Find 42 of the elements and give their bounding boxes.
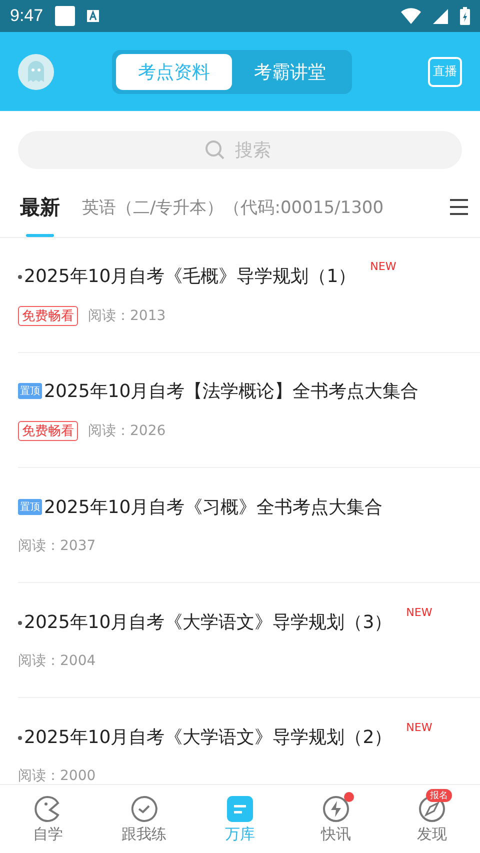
header-tab[interactable]: 考霸讲堂	[232, 54, 348, 90]
nav-tab[interactable]: 万库	[192, 785, 288, 853]
category-tab[interactable]: 英语（二/专升本）（代码:00015/1300	[82, 177, 384, 237]
pacman-icon	[34, 794, 62, 822]
read-count: 阅读：2037	[18, 537, 96, 555]
bullet-icon	[18, 736, 22, 740]
check-icon	[130, 794, 158, 822]
bullet-icon	[18, 621, 22, 625]
read-count: 阅读：2013	[88, 307, 166, 325]
nav-tab[interactable]: 报名 发现	[384, 785, 480, 853]
wifi-icon	[401, 8, 421, 24]
bullet-icon	[18, 275, 22, 279]
new-label: NEW	[406, 721, 432, 734]
header-tab[interactable]: 考点资料	[116, 54, 232, 90]
signal-icon	[433, 8, 448, 24]
read-count: 阅读：2026	[88, 422, 166, 440]
free-tag: 免费畅看	[18, 306, 78, 326]
keyboard-icon	[87, 10, 100, 22]
article-title[interactable]: 2025年10月自考《大学语文》导学规划（3）	[24, 610, 392, 634]
article-title[interactable]: 2025年10月自考《大学语文》导学规划（2）	[24, 725, 392, 749]
notification-icon	[55, 6, 76, 26]
article-title[interactable]: 2025年10月自考《毛概》导学规划（1）	[24, 264, 356, 288]
status-time: 9:47	[10, 6, 44, 26]
lightning-icon	[322, 794, 350, 822]
document-icon	[226, 794, 254, 822]
read-count: 阅读：2004	[18, 652, 96, 670]
article-title[interactable]: 2025年10月自考【法学概论】全书考点大集合	[44, 379, 419, 403]
category-tab[interactable]: 最新	[20, 177, 60, 237]
search-field[interactable]: 搜索	[18, 131, 462, 169]
pinned-badge: 置顶	[18, 499, 42, 515]
new-label: NEW	[370, 260, 396, 273]
read-count: 阅读：2000	[18, 767, 96, 784]
battery-icon	[460, 7, 470, 25]
search-icon	[205, 140, 225, 160]
article-title[interactable]: 2025年10月自考《习概》全书考点大集合	[44, 495, 383, 519]
nav-tab[interactable]: 跟我练	[96, 785, 192, 853]
nav-tab[interactable]: 快讯	[288, 785, 384, 853]
free-tag: 免费畅看	[18, 421, 78, 441]
nav-tab[interactable]: 自学	[0, 785, 96, 853]
new-label: NEW	[406, 606, 432, 619]
nav-badge: 报名	[426, 789, 452, 802]
pinned-badge: 置顶	[18, 383, 42, 399]
